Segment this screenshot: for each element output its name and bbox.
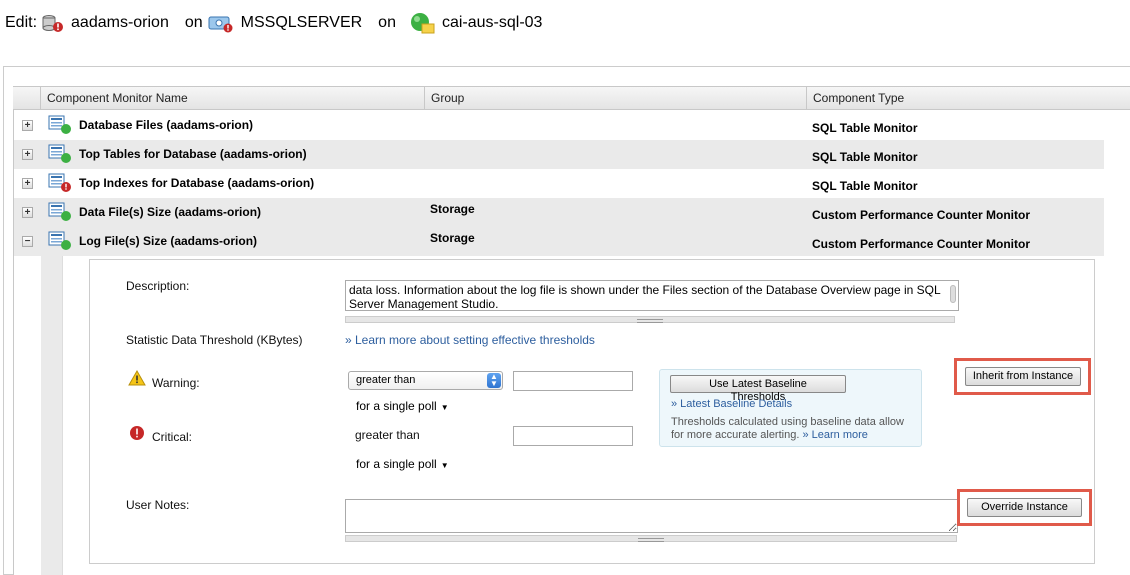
- warning-operator: greater than: [356, 374, 416, 386]
- warning-poll-dropdown[interactable]: for a single poll ▼: [356, 399, 449, 413]
- warning-poll-label: for a single poll: [356, 399, 437, 413]
- monitor-name[interactable]: Top Indexes for Database (aadams-orion): [79, 176, 314, 190]
- use-baseline-button[interactable]: Use Latest Baseline Thresholds: [670, 375, 846, 403]
- warning-label: Warning:: [152, 376, 200, 390]
- monitor-name[interactable]: Top Tables for Database (aadams-orion): [79, 147, 307, 161]
- server-name[interactable]: cai-aus-sql-03: [442, 14, 542, 32]
- grid-column-header: Component Monitor Name Group Component T…: [13, 86, 1130, 110]
- monitor-up-icon: [48, 115, 71, 134]
- user-notes-textarea[interactable]: [345, 499, 958, 533]
- critical-value-input[interactable]: [513, 426, 633, 446]
- server-up-icon: [410, 12, 436, 34]
- monitor-up-icon: [48, 202, 71, 221]
- expanded-row-gutter: [41, 256, 63, 575]
- monitor-up-icon: [48, 231, 71, 250]
- edit-label: Edit:: [5, 14, 38, 31]
- threshold-label: Statistic Data Threshold (KBytes): [126, 333, 303, 347]
- critical-operator[interactable]: greater than: [355, 428, 420, 442]
- select-arrows-icon: ▲ ▼: [487, 373, 501, 388]
- baseline-info: Thresholds calculated using baseline dat…: [671, 416, 916, 442]
- inherit-from-instance-button[interactable]: Inherit from Instance: [965, 367, 1081, 386]
- baseline-learn-more-link[interactable]: » Learn more: [802, 429, 867, 441]
- description-scrollbar[interactable]: [950, 285, 956, 303]
- table-row[interactable]: + Data File(s) Size (aadams-orion) Stora…: [14, 198, 1104, 227]
- notes-resize-handle[interactable]: [345, 535, 957, 542]
- table-row[interactable]: + Database Files (aadams-orion) SQL Tabl…: [14, 111, 1104, 140]
- monitor-group: Storage: [430, 202, 475, 216]
- expand-icon[interactable]: +: [22, 120, 33, 131]
- column-monitor-name[interactable]: Component Monitor Name: [40, 87, 424, 109]
- instance-name[interactable]: MSSQLSERVER: [241, 14, 363, 32]
- baseline-info-text: Thresholds calculated using baseline dat…: [671, 416, 904, 441]
- user-notes-label: User Notes:: [126, 498, 190, 512]
- critical-label: Critical:: [152, 430, 193, 444]
- monitor-name[interactable]: Log File(s) Size (aadams-orion): [79, 234, 257, 248]
- monitor-type: Custom Performance Counter Monitor: [812, 237, 1031, 251]
- monitor-name[interactable]: Database Files (aadams-orion): [79, 118, 253, 132]
- expand-icon[interactable]: +: [22, 207, 33, 218]
- on-label-2: on: [378, 14, 396, 31]
- on-label-1: on: [184, 14, 203, 31]
- critical-poll-label: for a single poll: [356, 457, 437, 471]
- column-group[interactable]: Group: [424, 87, 806, 109]
- expand-icon[interactable]: +: [22, 149, 33, 160]
- monitor-up-icon: [48, 144, 71, 163]
- description-textarea[interactable]: data loss. Information about the log fil…: [345, 280, 959, 311]
- warning-value-input[interactable]: [513, 371, 633, 391]
- caret-down-icon: ▼: [440, 403, 449, 412]
- monitor-critical-icon: [48, 173, 71, 192]
- monitor-type: SQL Table Monitor: [812, 121, 918, 135]
- expand-icon[interactable]: +: [22, 178, 33, 189]
- page-header: Edit: aadams-orion on MSSQLSERVER on cai…: [0, 0, 1130, 46]
- monitor-type: SQL Table Monitor: [812, 150, 918, 164]
- sql-instance-icon: [207, 13, 235, 33]
- monitor-type: Custom Performance Counter Monitor: [812, 208, 1031, 222]
- monitor-name[interactable]: Data File(s) Size (aadams-orion): [79, 205, 261, 219]
- column-component-type[interactable]: Component Type: [806, 87, 1111, 109]
- description-text: data loss. Information about the log fil…: [349, 283, 941, 311]
- warning-icon: [128, 370, 146, 386]
- description-resize-handle[interactable]: [345, 316, 955, 323]
- app-name[interactable]: aadams-orion: [71, 14, 169, 32]
- caret-down-icon: ▼: [440, 461, 449, 470]
- latest-baseline-details-link[interactable]: » Latest Baseline Details: [671, 398, 792, 410]
- description-label: Description:: [126, 279, 190, 293]
- table-row[interactable]: − Log File(s) Size (aadams-orion) Storag…: [14, 227, 1104, 256]
- critical-poll-dropdown[interactable]: for a single poll ▼: [356, 457, 449, 471]
- warning-operator-select[interactable]: greater than ▲ ▼: [348, 371, 503, 390]
- application-critical-icon: [41, 13, 65, 33]
- monitor-group: Storage: [430, 231, 475, 245]
- monitor-type: SQL Table Monitor: [812, 179, 918, 193]
- override-instance-button[interactable]: Override Instance: [967, 498, 1082, 517]
- critical-icon: [130, 426, 144, 440]
- collapse-icon[interactable]: −: [22, 236, 33, 247]
- table-row[interactable]: + Top Indexes for Database (aadams-orion…: [14, 169, 1104, 198]
- table-row[interactable]: + Top Tables for Database (aadams-orion)…: [14, 140, 1104, 169]
- learn-thresholds-link[interactable]: » Learn more about setting effective thr…: [345, 333, 595, 347]
